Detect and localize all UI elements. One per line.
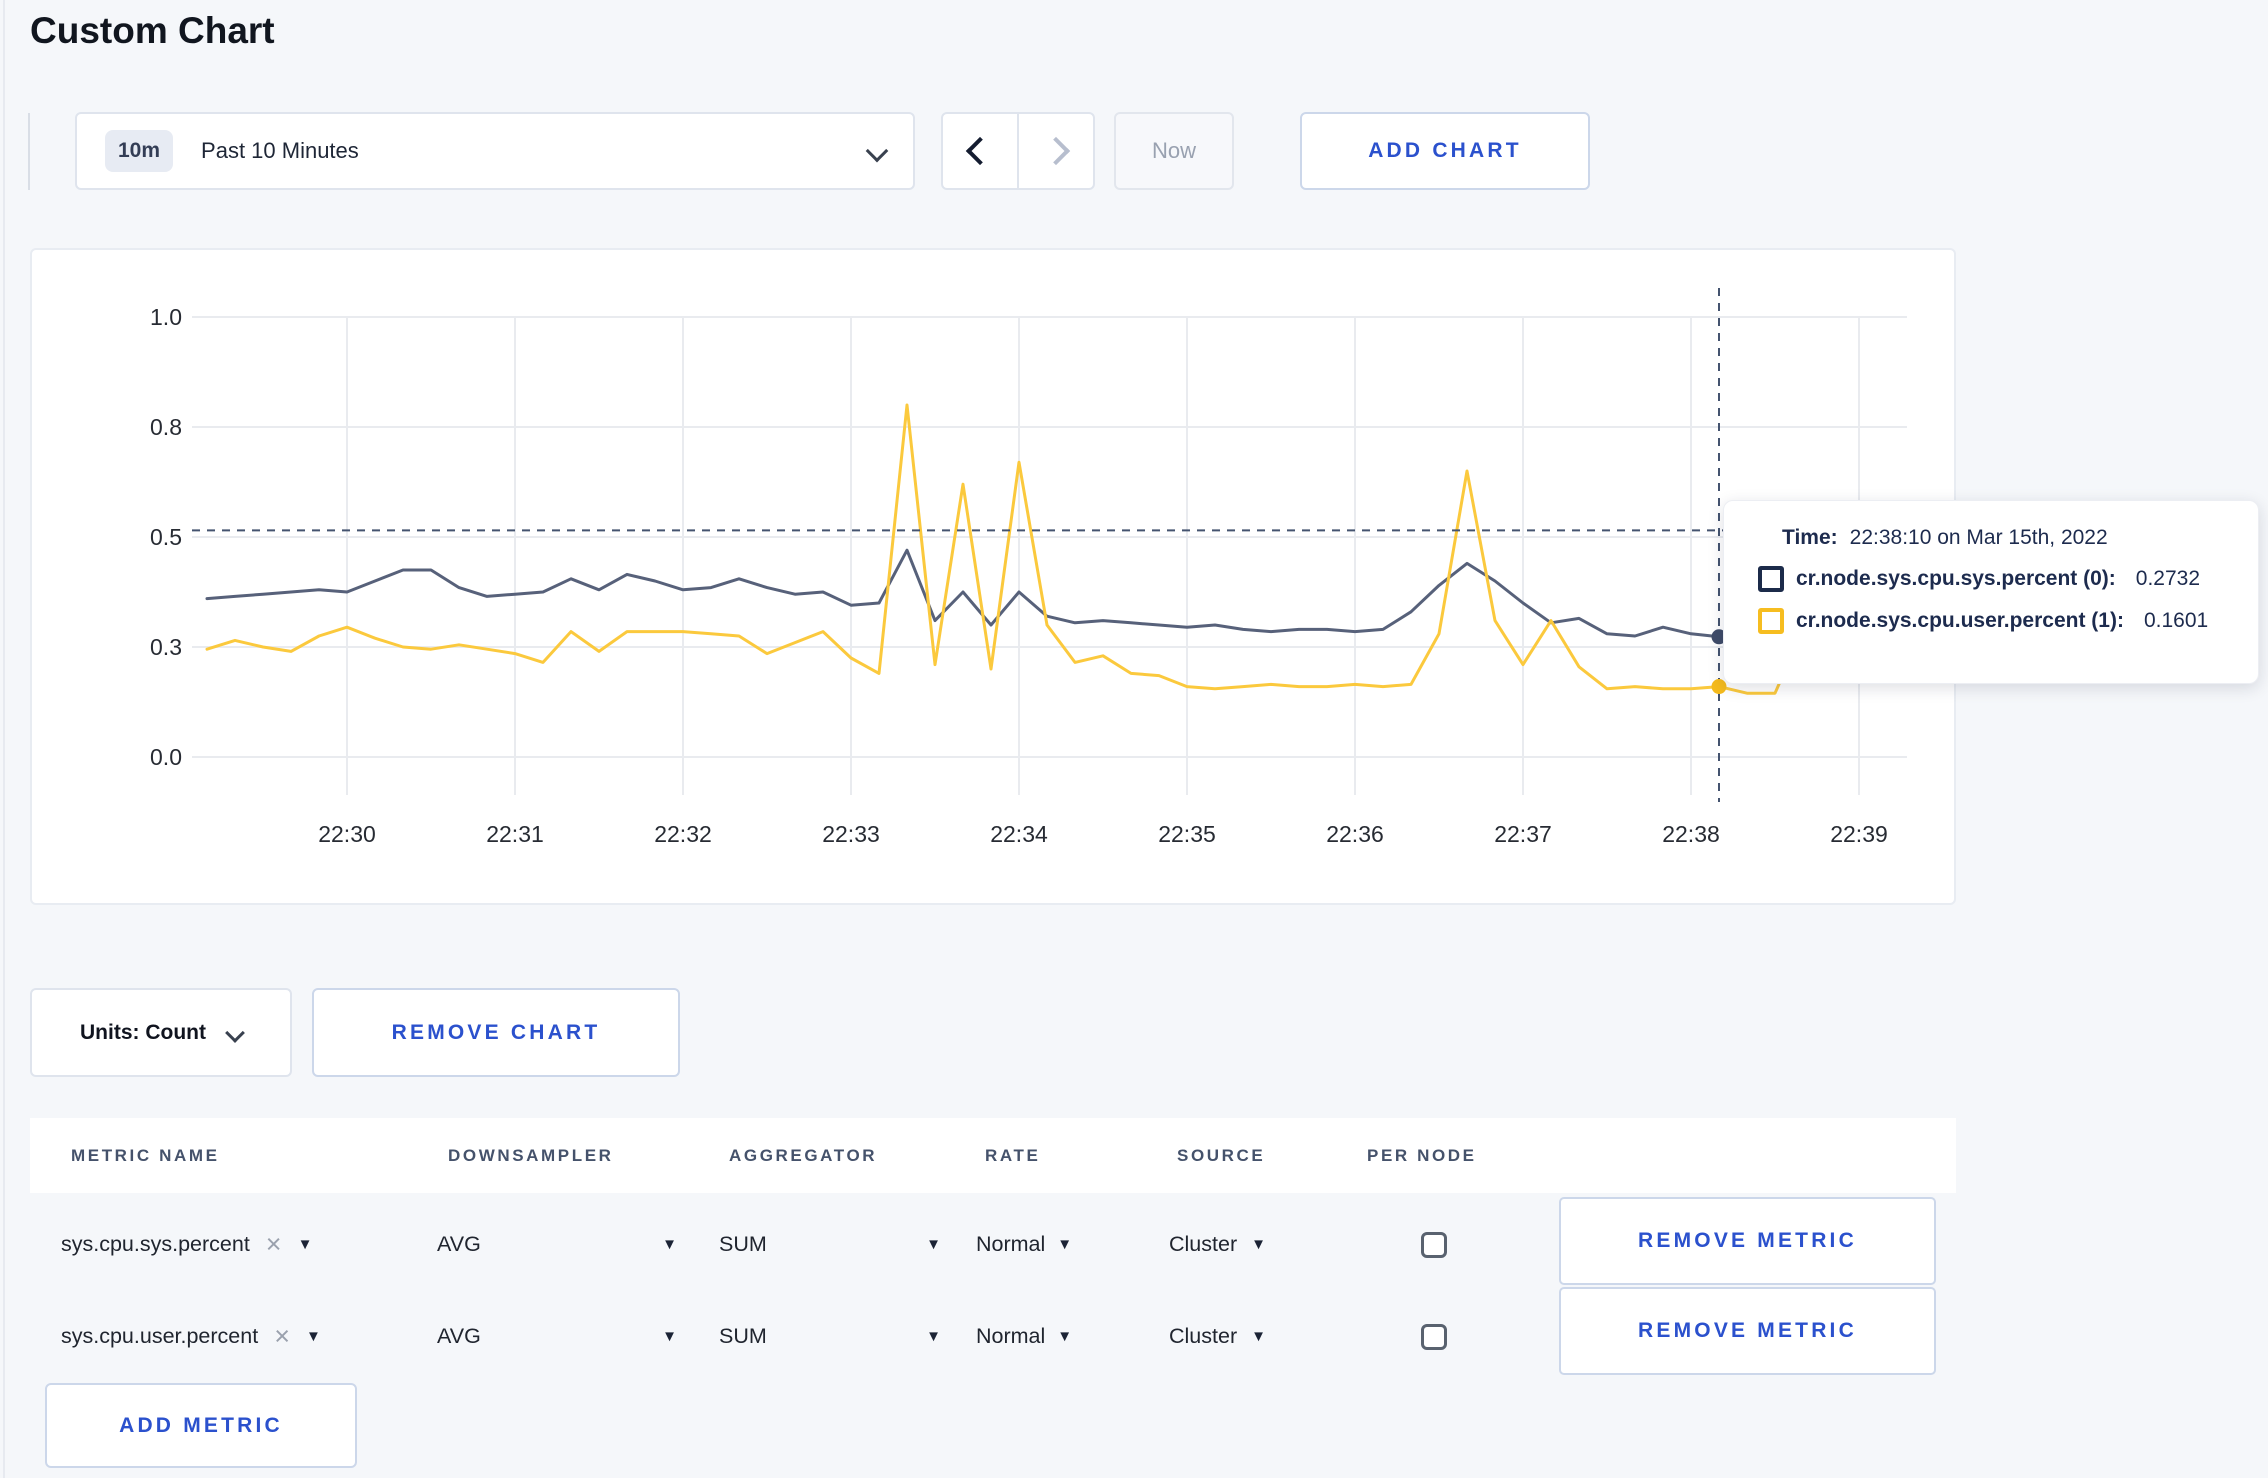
aggregator-select[interactable]: SUM ▼ [719,1200,941,1289]
metric-dropdown-caret-icon[interactable]: ▼ [306,1328,321,1345]
svg-text:22:37: 22:37 [1494,821,1552,847]
chart-panel: 0.0 0.3 0.5 0.8 1.0 22:30 22:31 22:32 22:33 22:34… [30,248,1956,905]
caret-down-icon: ▼ [662,1328,677,1345]
source-select[interactable]: Cluster ▼ [1169,1292,1266,1381]
caret-down-icon: ▼ [1251,1328,1266,1345]
svg-text:0.5: 0.5 [150,524,182,550]
time-range-label: Past 10 Minutes [201,138,359,163]
chevron-down-icon [865,139,889,163]
caret-down-icon: ▼ [926,1328,941,1345]
add-chart-button[interactable]: ADD CHART [1300,112,1590,190]
aggregator-select[interactable]: SUM ▼ [719,1292,941,1381]
tooltip-series-user-label: cr.node.sys.cpu.user.percent (1): [1796,609,2124,632]
time-nav-arrows [941,112,1095,190]
svg-text:0.3: 0.3 [150,634,182,660]
time-range-badge: 10m [105,130,174,172]
series-user-legend-icon [1758,608,1784,634]
svg-text:22:34: 22:34 [990,821,1048,847]
units-select[interactable]: Units: Count [30,988,292,1077]
metrics-table-header: METRIC NAME DOWNSAMPLER AGGREGATOR RATE … [30,1118,1956,1193]
downsampler-value: AVG [437,1324,481,1348]
tooltip-time-label: Time: [1782,526,1838,549]
units-label: Units: Count [80,1020,206,1044]
svg-text:22:35: 22:35 [1158,821,1216,847]
now-button[interactable]: Now [1114,112,1234,190]
per-node-checkbox[interactable] [1421,1323,1447,1350]
col-downsampler: DOWNSAMPLER [448,1145,614,1165]
downsampler-value: AVG [437,1232,481,1256]
svg-text:22:38: 22:38 [1662,821,1720,847]
tooltip-series-user-value: 0.1601 [2143,609,2209,632]
svg-text:1.0: 1.0 [150,304,182,330]
rate-select[interactable]: Normal ▼ [976,1200,1072,1289]
downsampler-select[interactable]: AVG ▼ [437,1292,677,1381]
metric-name: sys.cpu.sys.percent [61,1232,250,1256]
chevron-left-icon [965,136,995,166]
downsampler-select[interactable]: AVG ▼ [437,1200,677,1289]
page-left-border [3,0,5,1478]
remove-chart-button[interactable]: REMOVE CHART [312,988,680,1077]
col-aggregator: AGGREGATOR [729,1145,878,1165]
caret-down-icon: ▼ [926,1236,941,1253]
rate-value: Normal [976,1324,1046,1348]
add-metric-button[interactable]: ADD METRIC [45,1383,357,1468]
rate-select[interactable]: Normal ▼ [976,1292,1072,1381]
next-time-button[interactable] [1019,114,1093,188]
aggregator-value: SUM [719,1324,767,1348]
rate-value: Normal [976,1232,1046,1256]
svg-text:22:32: 22:32 [654,821,712,847]
svg-text:22:39: 22:39 [1830,821,1888,847]
svg-text:22:30: 22:30 [318,821,376,847]
col-rate: RATE [985,1145,1041,1165]
per-node-checkbox[interactable] [1421,1231,1447,1258]
col-metric-name: METRIC NAME [71,1145,220,1165]
tooltip-series-sys-label: cr.node.sys.cpu.sys.percent (0): [1796,567,2116,590]
clear-metric-icon[interactable]: × [266,1231,282,1258]
source-select[interactable]: Cluster ▼ [1169,1200,1266,1289]
page-title: Custom Chart [30,10,275,51]
caret-down-icon: ▼ [662,1236,677,1253]
svg-text:22:33: 22:33 [822,821,880,847]
remove-metric-button[interactable]: REMOVE METRIC [1559,1287,1936,1375]
svg-text:0.0: 0.0 [150,744,182,770]
remove-metric-button[interactable]: REMOVE METRIC [1559,1197,1936,1285]
caret-down-icon: ▼ [1057,1236,1073,1253]
toolbar-divider [28,113,30,190]
source-value: Cluster [1169,1324,1238,1348]
metric-dropdown-caret-icon[interactable]: ▼ [298,1236,313,1253]
svg-text:0.8: 0.8 [150,414,182,440]
prev-time-button[interactable] [943,114,1019,188]
chevron-down-icon [225,1022,245,1043]
time-range-select[interactable]: 10m Past 10 Minutes [75,112,915,190]
metric-name: sys.cpu.user.percent [61,1324,259,1348]
caret-down-icon: ▼ [1057,1328,1073,1345]
source-value: Cluster [1169,1232,1238,1256]
clear-metric-icon[interactable]: × [274,1323,290,1350]
tooltip-time-value: 22:38:10 on Mar 15th, 2022 [1849,526,2108,549]
caret-down-icon: ▼ [1251,1236,1266,1253]
aggregator-value: SUM [719,1232,767,1256]
chevron-right-icon [1041,136,1071,166]
svg-text:22:36: 22:36 [1326,821,1384,847]
col-source: SOURCE [1177,1145,1266,1165]
svg-text:22:31: 22:31 [486,821,544,847]
chart-tooltip: Time: 22:38:10 on Mar 15th, 2022 cr.node… [1723,500,2259,684]
series-sys-legend-icon [1758,566,1784,592]
col-per-node: PER NODE [1367,1145,1477,1165]
timeseries-chart[interactable]: 0.0 0.3 0.5 0.8 1.0 22:30 22:31 22:32 22:33 22:34… [32,250,1954,903]
tooltip-series-sys-value: 0.2732 [2135,567,2201,590]
